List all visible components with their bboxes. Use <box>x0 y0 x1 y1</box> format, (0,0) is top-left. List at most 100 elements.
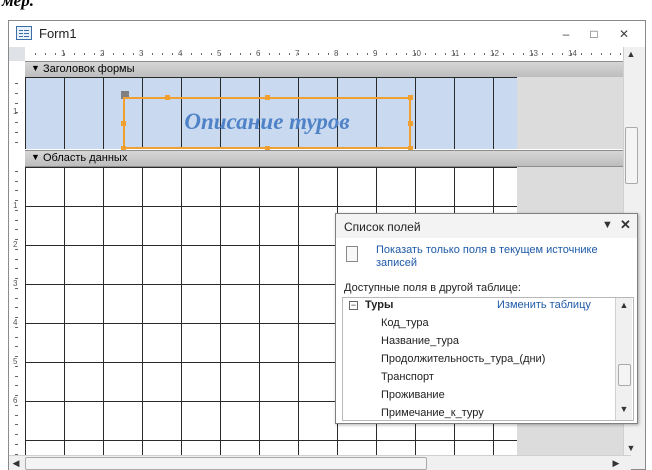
scroll-left-icon[interactable]: ◀ <box>9 456 23 470</box>
ruler-tick <box>298 53 300 55</box>
ruler-tick <box>15 336 18 338</box>
ruler-tick <box>493 53 495 55</box>
section-header-bar[interactable]: ▼ Заголовок формы <box>25 61 623 78</box>
table-name[interactable]: Туры <box>365 299 393 311</box>
horizontal-scrollbar[interactable]: ◀ ▶ <box>9 455 631 470</box>
ruler-tick <box>288 53 290 55</box>
ruler-tick <box>551 53 553 55</box>
ruler-tick <box>15 92 18 94</box>
ruler-tick <box>83 53 85 55</box>
ruler-tick <box>181 53 183 55</box>
field-item[interactable]: Транспорт <box>381 371 434 383</box>
ruler-tick <box>444 53 446 55</box>
ruler-number: 2 <box>13 240 18 249</box>
scroll-down-icon[interactable]: ▼ <box>624 441 638 455</box>
ruler-tick <box>15 141 18 143</box>
ruler-tick <box>152 53 153 55</box>
ruler-tick <box>376 53 378 55</box>
close-icon[interactable]: ✕ <box>613 25 635 43</box>
ruler-tick <box>15 248 18 250</box>
resize-handle[interactable] <box>408 121 413 126</box>
ruler-tick <box>434 53 436 55</box>
ruler-tick <box>278 53 280 55</box>
field-item[interactable]: Продолжительность_тура_(дни) <box>381 353 545 365</box>
ruler-tick <box>15 278 18 279</box>
ruler-tick <box>356 53 358 55</box>
ruler-tick <box>15 307 18 309</box>
ruler-tick <box>483 53 485 55</box>
ruler-tick <box>122 53 124 55</box>
ruler-tick <box>15 424 18 426</box>
field-list-scroll-thumb[interactable] <box>618 364 631 386</box>
field-item[interactable]: Код_тура <box>381 317 429 329</box>
section-detail-bar[interactable]: ▼ Область данных <box>25 150 623 167</box>
edit-table-link[interactable]: Изменить таблицу <box>497 299 591 311</box>
ruler-tick <box>620 53 621 55</box>
ruler-tick <box>15 404 18 406</box>
ruler-tick <box>532 53 534 55</box>
ruler-tick <box>54 53 56 55</box>
ruler-tick <box>561 53 563 55</box>
field-tree[interactable]: − Туры Изменить таблицу Код_тура Названи… <box>342 297 634 421</box>
ruler-tick <box>64 53 66 55</box>
collapse-icon[interactable]: − <box>349 301 358 310</box>
maximize-icon[interactable]: □ <box>583 25 605 43</box>
scroll-right-icon[interactable]: ▶ <box>609 456 623 470</box>
ruler-number: 10 <box>412 49 421 58</box>
ruler-corner[interactable] <box>9 47 25 61</box>
field-list-titlebar[interactable]: Список полей ▼ ✕ <box>336 214 637 238</box>
ruler-tick <box>347 53 348 55</box>
ruler-tick <box>15 258 18 260</box>
ruler-tick <box>600 53 602 55</box>
ruler-tick <box>15 356 18 357</box>
ruler-tick <box>15 326 18 328</box>
ruler-tick <box>103 53 105 55</box>
field-item[interactable]: Название_тура <box>381 335 459 347</box>
ruler-tick <box>308 53 309 55</box>
horizontal-scroll-thumb[interactable] <box>25 457 427 470</box>
minimize-icon[interactable]: – <box>555 25 577 43</box>
ruler-tick <box>15 443 18 445</box>
field-list-scrollbar[interactable]: ▲ ▼ <box>615 298 632 420</box>
ruler-tick <box>210 53 212 55</box>
form-icon <box>16 26 32 40</box>
scroll-up-icon[interactable]: ▲ <box>624 47 638 61</box>
resize-handle[interactable] <box>121 121 126 126</box>
show-only-fields-link[interactable]: Показать только поля в текущем источнике… <box>376 244 628 270</box>
ruler-tick <box>161 53 163 55</box>
resize-handle[interactable] <box>265 95 270 100</box>
ruler-tick <box>386 53 387 55</box>
field-list-close-icon[interactable]: ✕ <box>620 217 631 233</box>
ruler-tick <box>415 53 417 55</box>
scroll-down-icon[interactable]: ▼ <box>617 402 631 416</box>
ruler-tick <box>15 346 18 348</box>
ruler-tick <box>15 317 18 318</box>
title-label-text: Описание туров <box>184 109 350 134</box>
ruler-tick <box>113 53 114 55</box>
ruler-tick <box>15 219 18 221</box>
title-bar[interactable]: Form1 – □ ✕ <box>9 21 645 47</box>
resize-handle[interactable] <box>165 95 170 100</box>
vertical-scroll-thumb[interactable] <box>625 127 638 184</box>
title-label-control[interactable]: Описание туров <box>123 97 411 149</box>
ruler-tick <box>15 385 18 387</box>
ruler-tick <box>239 53 241 55</box>
ruler-tick <box>15 190 18 192</box>
ruler-tick <box>405 53 407 55</box>
field-item[interactable]: Примечание_к_туру <box>381 407 484 419</box>
ruler-tick <box>337 53 339 55</box>
ruler-tick <box>230 53 231 55</box>
field-item[interactable]: Проживание <box>381 389 445 401</box>
section-header-label: Заголовок формы <box>43 63 135 75</box>
horizontal-ruler[interactable]: 1234567891011121314 <box>25 47 623 62</box>
ruler-tick <box>15 287 18 289</box>
ruler-tick <box>15 268 18 270</box>
ruler-tick <box>44 53 46 55</box>
ruler-tick <box>15 209 18 211</box>
resize-handle[interactable] <box>408 95 413 100</box>
ruler-tick <box>15 122 18 123</box>
vertical-ruler[interactable]: 1123456 <box>9 61 26 455</box>
dropdown-icon[interactable]: ▼ <box>602 219 613 231</box>
ruler-tick <box>15 112 18 114</box>
scroll-up-icon[interactable]: ▲ <box>617 298 631 312</box>
